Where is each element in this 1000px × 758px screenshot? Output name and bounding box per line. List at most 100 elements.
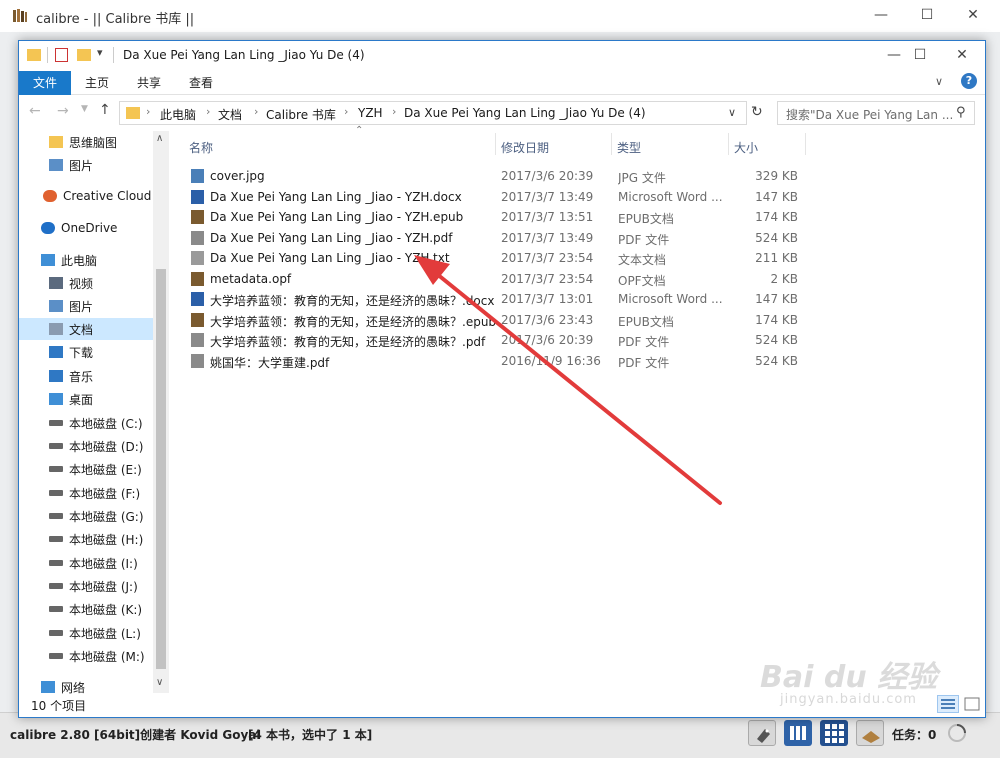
column-header-date[interactable]: 修改日期 — [501, 139, 549, 156]
expand-ribbon-icon[interactable]: ∨ — [935, 75, 943, 88]
calibre-close-button[interactable]: ✕ — [950, 0, 996, 30]
nav-item[interactable]: 本地磁盘 (J:) — [19, 575, 153, 597]
search-icon[interactable]: ⚲ — [956, 105, 966, 120]
file-date: 2017/3/7 13:51 — [501, 210, 594, 224]
nav-item[interactable]: 本地磁盘 (D:) — [19, 435, 153, 457]
calibre-maximize-button[interactable]: ☐ — [904, 0, 950, 30]
nav-item[interactable]: 音乐 — [19, 365, 153, 387]
file-row[interactable]: metadata.opf 2017/3/7 23:54 OPF文档 2 KB — [191, 269, 811, 289]
tag-browser-icon[interactable] — [748, 720, 776, 746]
forward-icon[interactable]: → — [57, 103, 69, 119]
large-icons-view-icon[interactable] — [963, 695, 981, 713]
customize-toolbar-icon[interactable]: ▾ — [97, 46, 103, 59]
column-divider[interactable] — [611, 133, 612, 155]
nav-item[interactable]: 图片 — [19, 295, 153, 317]
file-list: ⌃ 名称 修改日期 类型 大小 cover.jpg 2017/3/6 20:39 J… — [179, 125, 985, 689]
tab-file[interactable]: 文件 — [19, 71, 72, 95]
tab-view[interactable]: 查看 — [175, 71, 227, 95]
file-row[interactable]: 大学培养蓝领：教育的无知，还是经济的愚昧？.pdf 2017/3/6 20:39 P… — [191, 330, 811, 350]
file-size: 524 KB — [755, 353, 798, 368]
nav-item[interactable]: OneDrive — [19, 217, 153, 239]
nav-item[interactable]: 本地磁盘 (L:) — [19, 622, 153, 644]
help-icon[interactable]: ? — [961, 73, 977, 89]
file-row[interactable]: 姚国华：大学重建.pdf 2016/11/9 16:36 PDF 文件 524 KB — [191, 351, 811, 371]
file-row[interactable]: Da Xue Pei Yang Lan Ling _Jiao - YZH.pdf… — [191, 228, 811, 248]
nav-item[interactable]: 思维脑图 — [19, 131, 153, 153]
file-row[interactable]: 大学培养蓝领：教育的无知，还是经济的愚昧？.epub 2017/3/6 23:43… — [191, 310, 811, 330]
file-date: 2017/3/7 23:54 — [501, 251, 594, 265]
cover-browser-icon[interactable] — [856, 720, 884, 746]
nav-scrollbar-thumb[interactable] — [156, 269, 166, 669]
nav-item[interactable]: 图片 — [19, 154, 153, 176]
breadcrumb-separator: › — [254, 105, 259, 118]
nav-item[interactable]: 本地磁盘 (G:) — [19, 505, 153, 527]
file-row[interactable]: 大学培养蓝领：教育的无知，还是经济的愚昧？.docx 2017/3/7 13:01… — [191, 289, 811, 309]
details-view-icon[interactable] — [937, 695, 959, 713]
nav-item[interactable]: 视频 — [19, 272, 153, 294]
drive-icon — [49, 536, 63, 542]
nav-item[interactable]: 网络 — [19, 676, 153, 698]
breadcrumb-calibre-library[interactable]: Calibre 书库 — [266, 106, 336, 123]
drive-icon — [49, 490, 63, 496]
new-folder-icon[interactable] — [77, 49, 91, 61]
file-type: JPG 文件 — [618, 171, 666, 185]
explorer-maximize-button[interactable]: ☐ — [897, 41, 943, 69]
nav-item[interactable]: 此电脑 — [19, 249, 153, 271]
nav-item[interactable]: Creative Cloud F — [19, 185, 153, 207]
nav-item[interactable]: 本地磁盘 (I:) — [19, 552, 153, 574]
address-bar[interactable]: › 此电脑 › 文档 › Calibre 书库 › YZH › Da Xue P… — [119, 101, 747, 125]
tab-share[interactable]: 共享 — [123, 71, 175, 95]
file-row[interactable]: cover.jpg 2017/3/6 20:39 JPG 文件 329 KB — [191, 166, 811, 186]
nav-item[interactable]: 本地磁盘 (F:) — [19, 482, 153, 504]
search-input[interactable]: 搜索"Da Xue Pei Yang Lan ... ⚲ — [777, 101, 975, 125]
drive-icon — [49, 466, 63, 472]
column-divider[interactable] — [728, 133, 729, 155]
column-divider[interactable] — [805, 133, 806, 155]
folder-icon — [27, 49, 41, 61]
explorer-close-button[interactable]: ✕ — [939, 41, 985, 69]
breadcrumb-yzh[interactable]: YZH — [358, 106, 383, 120]
desktop-icon — [49, 393, 63, 405]
column-header-name[interactable]: 名称 — [189, 139, 213, 156]
properties-icon[interactable] — [55, 48, 68, 62]
refresh-icon[interactable]: ↻ — [751, 104, 763, 120]
nav-item[interactable]: 本地磁盘 (K:) — [19, 598, 153, 620]
breadcrumb-this-pc[interactable]: 此电脑 — [160, 106, 196, 123]
column-header-size[interactable]: 大小 — [734, 139, 758, 156]
scroll-down-icon[interactable]: ∨ — [156, 677, 163, 688]
back-icon[interactable]: ← — [29, 103, 41, 119]
file-row[interactable]: Da Xue Pei Yang Lan Ling _Jiao - YZH.doc… — [191, 187, 811, 207]
explorer-window: ▾ Da Xue Pei Yang Lan Ling _Jiao Yu De (… — [18, 40, 986, 718]
tab-home[interactable]: 主页 — [71, 71, 123, 95]
book-details-icon[interactable] — [784, 720, 812, 746]
downloads-icon — [49, 346, 63, 358]
breadcrumb-documents[interactable]: 文档 — [218, 106, 242, 123]
watermark-url: jingyan.baidu.com — [780, 692, 917, 707]
column-header-type[interactable]: 类型 — [617, 139, 641, 156]
calibre-file-icon — [191, 271, 204, 286]
videos-icon — [49, 277, 63, 289]
nav-item[interactable]: 本地磁盘 (M:) — [19, 645, 153, 667]
recent-locations-icon[interactable]: ▼ — [81, 104, 88, 114]
nav-item[interactable]: 本地磁盘 (E:) — [19, 458, 153, 480]
file-row[interactable]: Da Xue Pei Yang Lan Ling _Jiao - YZH.epu… — [191, 207, 811, 227]
nav-item[interactable]: 本地磁盘 (H:) — [19, 528, 153, 550]
calibre-file-icon — [191, 210, 204, 224]
scroll-up-icon[interactable]: ∧ — [156, 133, 163, 144]
nav-item-label: 本地磁盘 (F:) — [69, 486, 141, 501]
breadcrumb-current-folder[interactable]: Da Xue Pei Yang Lan Ling _Jiao Yu De (4) — [404, 106, 646, 120]
nav-item[interactable]: 文档 — [19, 318, 153, 340]
jobs-status[interactable]: 任务：0 — [892, 726, 936, 743]
file-row[interactable]: Da Xue Pei Yang Lan Ling _Jiao - YZH.txt… — [191, 248, 811, 268]
up-icon[interactable]: ↑ — [99, 102, 111, 118]
drive-icon — [49, 583, 63, 589]
nav-item[interactable]: 桌面 — [19, 388, 153, 410]
column-divider[interactable] — [495, 133, 496, 155]
calibre-minimize-button[interactable]: — — [858, 0, 904, 30]
cover-grid-icon[interactable] — [820, 720, 848, 746]
nav-item-label: 本地磁盘 (E:) — [69, 462, 142, 477]
file-type: Microsoft Word ... — [618, 189, 723, 204]
nav-item[interactable]: 下载 — [19, 341, 153, 363]
nav-item[interactable]: 本地磁盘 (C:) — [19, 412, 153, 434]
address-dropdown-icon[interactable]: ∨ — [728, 106, 736, 119]
